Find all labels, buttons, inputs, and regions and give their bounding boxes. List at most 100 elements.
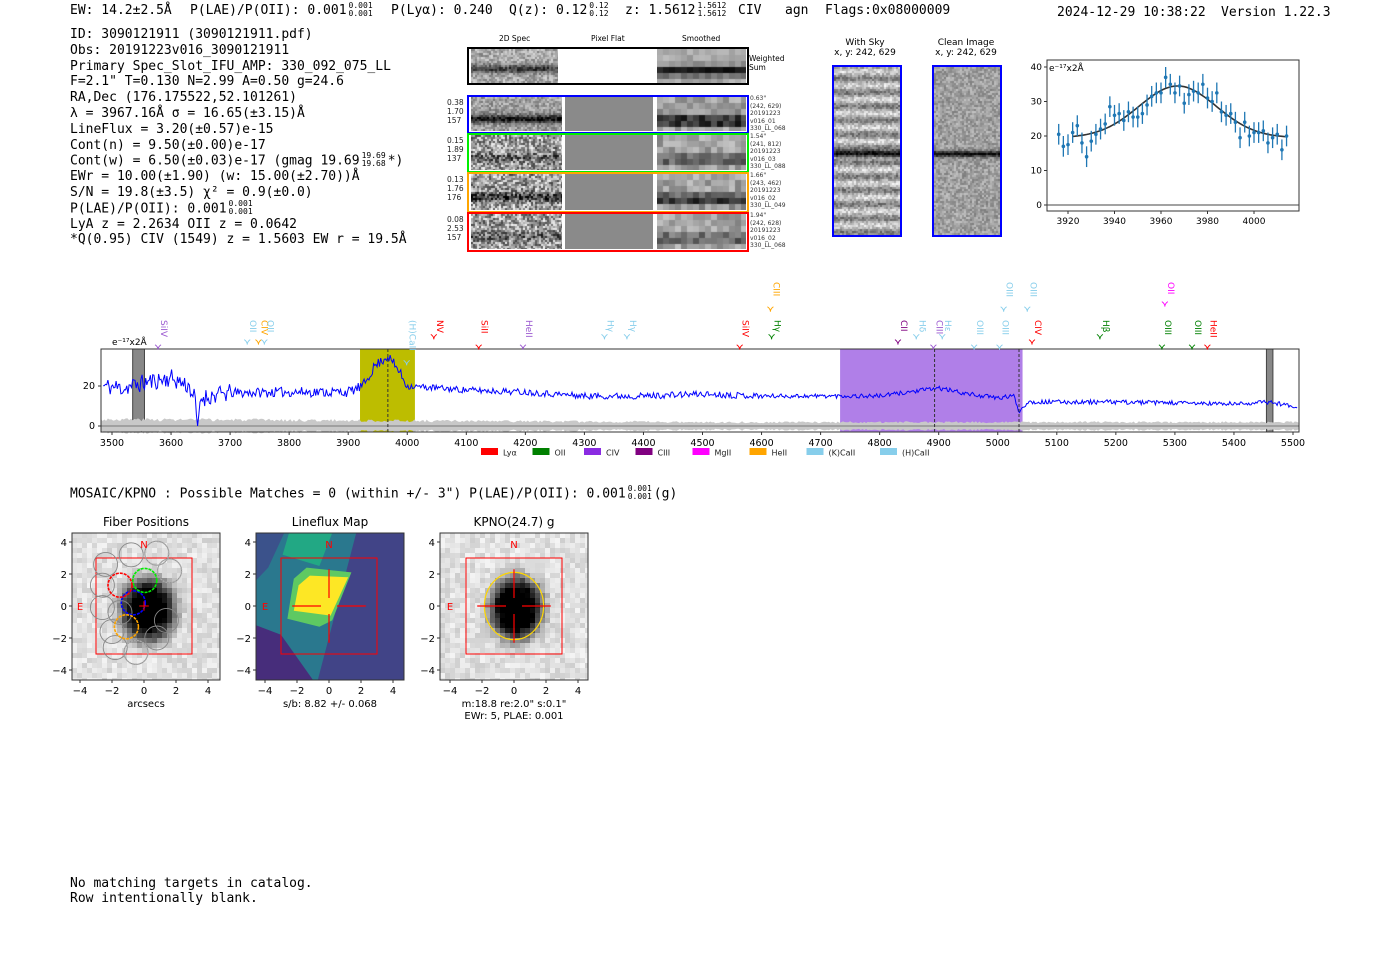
line-label-bracket — [1161, 301, 1169, 307]
image-pixel — [102, 598, 107, 603]
image-pixel — [550, 548, 555, 553]
panel-image — [440, 533, 588, 680]
image-pixel — [137, 673, 142, 678]
image-pixel — [580, 553, 585, 558]
image-pixel — [450, 543, 455, 548]
y-tick-label: 0 — [245, 602, 251, 613]
image-pixel — [500, 558, 505, 563]
image-pixel — [127, 673, 132, 678]
y-tick-label: 0 — [429, 602, 435, 613]
image-pixel — [480, 613, 485, 618]
image-pixel — [127, 553, 132, 558]
image-pixel — [202, 618, 207, 623]
image-pixel — [440, 633, 445, 638]
image-pixel — [197, 553, 202, 558]
compass-north: N — [325, 540, 332, 551]
image-pixel — [540, 658, 545, 663]
image-pixel — [182, 568, 187, 573]
fit-data-point — [1284, 134, 1289, 138]
fit-data-point — [1056, 132, 1061, 137]
image-pixel — [187, 568, 192, 573]
image-pixel — [565, 578, 570, 583]
image-pixel — [500, 668, 505, 673]
image-pixel — [545, 628, 550, 633]
image-pixel — [112, 668, 117, 673]
image-pixel — [192, 623, 197, 628]
image-pixel — [440, 653, 445, 658]
image-pixel — [440, 613, 445, 618]
image-pixel — [550, 648, 555, 653]
image-pixel — [162, 573, 167, 578]
image-pixel — [142, 618, 147, 623]
image-pixel — [97, 558, 102, 563]
imaging-filter: (g) — [653, 486, 678, 502]
image-pixel — [475, 608, 480, 613]
image-pixel — [495, 668, 500, 673]
image-pixel — [112, 538, 117, 543]
image-pixel — [440, 558, 445, 563]
fit-data-point — [1261, 129, 1266, 133]
image-pixel — [555, 558, 560, 563]
image-pixel — [480, 553, 485, 558]
image-pixel — [207, 598, 212, 603]
line-label-bracket — [1096, 334, 1104, 340]
image-pixel — [545, 598, 550, 603]
image-pixel — [202, 573, 207, 578]
spectrum-x-tick-label: 4800 — [868, 438, 892, 449]
image-pixel — [475, 613, 480, 618]
image-pixel — [122, 568, 127, 573]
image-pixel — [560, 668, 565, 673]
y-tick-label: 4 — [429, 538, 435, 549]
image-pixel — [77, 628, 82, 633]
image-pixel — [580, 568, 585, 573]
image-pixel — [77, 583, 82, 588]
image-pixel — [212, 548, 217, 553]
image-pixel — [87, 633, 92, 638]
image-pixel — [470, 553, 475, 558]
image-pixel — [530, 533, 535, 538]
image-pixel — [122, 533, 127, 538]
image-pixel — [535, 548, 540, 553]
image-pixel — [202, 548, 207, 553]
fit-data-point — [1089, 139, 1094, 143]
image-pixel — [172, 658, 177, 663]
image-pixel — [197, 573, 202, 578]
image-pixel — [172, 548, 177, 553]
image-pixel — [550, 663, 555, 668]
x-tick-label: 2 — [543, 686, 549, 697]
image-pixel — [192, 563, 197, 568]
image-pixel — [112, 533, 117, 538]
image-pixel — [187, 583, 192, 588]
image-pixel — [555, 673, 560, 678]
fit-y-tick-label: 40 — [1031, 63, 1043, 73]
image-pixel — [72, 533, 77, 538]
image-pixel — [152, 553, 157, 558]
image-pixel — [192, 548, 197, 553]
image-pixel — [72, 643, 77, 648]
image-pixel — [495, 588, 500, 593]
line-fit-chart: e⁻¹⁷x2Å 3920 3940 3960 3980 4000010203040 — [1031, 59, 1300, 227]
x-tick-label: −4 — [73, 686, 88, 697]
image-pixel — [182, 533, 187, 538]
imaging-panels: NE−4−4−2−2002244Fiber PositionsarcsecsNE… — [52, 515, 589, 722]
image-pixel — [197, 598, 202, 603]
image-pixel — [530, 588, 535, 593]
image-pixel — [212, 533, 217, 538]
image-pixel — [470, 603, 475, 608]
image-pixel — [207, 563, 212, 568]
fit-data-point — [1177, 84, 1182, 88]
line-label-bracket — [767, 306, 774, 312]
image-pixel — [500, 578, 505, 583]
image-pixel — [515, 608, 520, 613]
image-pixel — [127, 548, 132, 553]
image-pixel — [505, 593, 510, 598]
image-pixel — [580, 648, 585, 653]
image-pixel — [500, 618, 505, 623]
image-pixel — [525, 578, 530, 583]
image-pixel — [182, 548, 187, 553]
image-pixel — [570, 658, 575, 663]
image-pixel — [460, 653, 465, 658]
image-pixel — [555, 603, 560, 608]
image-pixel — [107, 668, 112, 673]
image-pixel — [192, 558, 197, 563]
